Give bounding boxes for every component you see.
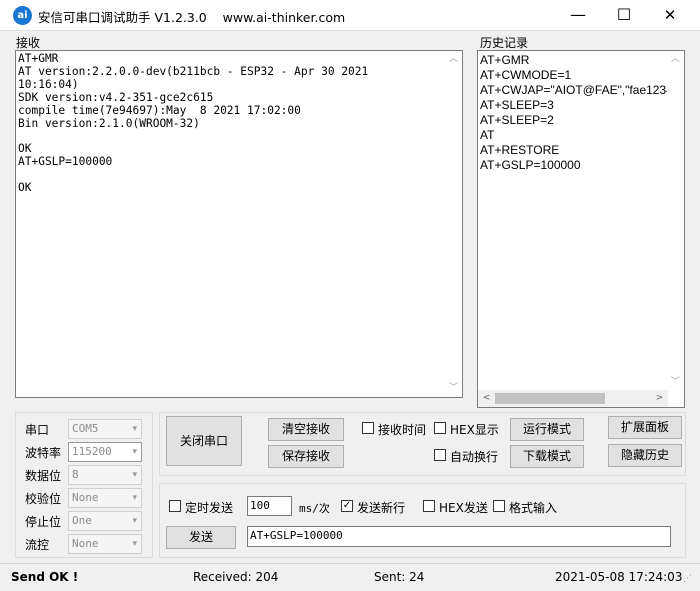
window-title: 安信可串口调试助手 V1.2.3.0 www.ai-thinker.com (38, 10, 346, 25)
history-item[interactable]: AT+SLEEP=2 (480, 113, 668, 128)
timed-send-checkbox[interactable] (169, 500, 181, 512)
receive-text: AT+GMR AT version:2.2.0.0-dev(b211bcb - … (18, 52, 369, 195)
history-scroll-thumb[interactable] (495, 393, 605, 404)
port-label: 串口 (25, 423, 50, 437)
close-port-button[interactable]: 关闭串口 (166, 416, 242, 466)
hide-history-button[interactable]: 隐藏历史 (608, 444, 682, 467)
send-status: Send OK ! (11, 570, 79, 584)
send-controls-group: 定时发送 100 ms/次 ✓ 发送新行 HEX发送 格式输入 发送 AT+GS… (159, 483, 686, 558)
run-mode-button[interactable]: 运行模式 (510, 418, 584, 441)
status-bar: Send OK ! Received: 204 Sent: 24 2021-05… (0, 563, 700, 591)
port-value: COM5 (72, 422, 99, 435)
auto-wrap-label: 自动换行 (450, 450, 499, 464)
history-item[interactable]: AT+GSLP=100000 (480, 158, 668, 173)
history-item[interactable]: AT+SLEEP=3 (480, 98, 668, 113)
resize-grip-icon[interactable]: ⋰ (683, 574, 692, 584)
chevron-down-icon: ▾ (132, 539, 137, 549)
sent-count: Sent: 24 (374, 570, 425, 584)
parity-value: None (72, 491, 99, 504)
auto-wrap-checkbox[interactable] (434, 449, 446, 461)
receive-controls-group: 关闭串口 清空接收 保存接收 接收时间 HEX显示 自动换行 运行模式 下载模式… (159, 412, 686, 476)
stopbits-label: 停止位 (25, 515, 62, 529)
scroll-down-arrow-icon[interactable]: ﹀ (667, 374, 684, 391)
send-text-input[interactable]: AT+GSLP=100000 (247, 526, 671, 547)
send-newline-checkbox[interactable]: ✓ (341, 500, 353, 512)
history-vertical-scrollbar[interactable]: ︿ ﹀ (667, 51, 684, 391)
maximize-button[interactable]: ☐ (601, 0, 647, 31)
format-input-checkbox[interactable] (493, 500, 505, 512)
scroll-up-arrow-icon[interactable]: ︿ (667, 51, 684, 68)
databits-select[interactable]: 8 ▾ (68, 465, 142, 485)
history-list[interactable]: AT+GMR AT+CWMODE=1 AT+CWJAP="AIOT@FAE","… (477, 50, 685, 408)
stopbits-value: One (72, 514, 92, 527)
receive-textarea[interactable]: AT+GMR AT version:2.2.0.0-dev(b211bcb - … (15, 50, 463, 398)
chevron-down-icon: ▾ (132, 424, 137, 434)
flow-label: 流控 (25, 538, 50, 552)
baud-label: 波特率 (25, 446, 62, 460)
flow-value: None (72, 537, 99, 550)
expand-panel-button[interactable]: 扩展面板 (608, 416, 682, 439)
history-item[interactable]: AT+CWMODE=1 (480, 68, 668, 83)
timed-send-label: 定时发送 (185, 501, 234, 515)
history-item[interactable]: AT (480, 128, 668, 143)
scroll-up-arrow-icon[interactable]: ︿ (445, 51, 462, 68)
receive-time-label: 接收时间 (378, 423, 427, 437)
format-input-label: 格式输入 (509, 501, 558, 515)
scroll-right-arrow-icon[interactable]: > (651, 390, 668, 407)
history-item[interactable]: AT+GMR (480, 53, 668, 68)
hex-send-checkbox[interactable] (423, 500, 435, 512)
hex-send-label: HEX发送 (439, 501, 488, 515)
send-button[interactable]: 发送 (166, 526, 236, 549)
interval-input[interactable]: 100 (247, 496, 292, 516)
parity-label: 校验位 (25, 492, 62, 506)
chevron-down-icon: ▾ (132, 493, 137, 503)
receive-label: 接收 (16, 36, 41, 50)
history-label: 历史记录 (480, 36, 529, 50)
history-items: AT+GMR AT+CWMODE=1 AT+CWJAP="AIOT@FAE","… (480, 53, 668, 173)
send-newline-label: 发送新行 (357, 501, 406, 515)
save-receive-button[interactable]: 保存接收 (268, 445, 344, 468)
parity-select[interactable]: None ▾ (68, 488, 142, 508)
minimize-button[interactable]: — (555, 0, 601, 31)
app-logo-icon: ai (13, 6, 32, 25)
serial-settings-group: 串口 COM5 ▾ 波特率 115200 ▾ 数据位 8 ▾ 校验位 None ▾ 停止… (15, 412, 153, 558)
baud-value: 115200 (72, 445, 112, 458)
scroll-left-arrow-icon[interactable]: < (478, 390, 495, 407)
stopbits-select[interactable]: One ▾ (68, 511, 142, 531)
port-select[interactable]: COM5 ▾ (68, 419, 142, 439)
baud-select[interactable]: 115200 ▾ (68, 442, 142, 462)
received-count: Received: 204 (193, 570, 279, 584)
close-button[interactable]: ✕ (647, 0, 693, 31)
databits-value: 8 (72, 468, 79, 481)
receive-vertical-scrollbar[interactable]: ︿ ﹀ (445, 51, 462, 397)
history-item[interactable]: AT+CWJAP="AIOT@FAE","fae1234 (480, 83, 668, 98)
status-datetime: 2021-05-08 17:24:03 (555, 570, 683, 584)
scroll-down-arrow-icon[interactable]: ﹀ (445, 380, 462, 397)
download-mode-button[interactable]: 下载模式 (510, 445, 584, 468)
interval-unit-label: ms/次 (299, 502, 330, 515)
chevron-down-icon: ▾ (132, 470, 137, 480)
databits-label: 数据位 (25, 469, 62, 483)
history-item[interactable]: AT+RESTORE (480, 143, 668, 158)
chevron-down-icon: ▾ (132, 516, 137, 526)
clear-receive-button[interactable]: 清空接收 (268, 418, 344, 441)
chevron-down-icon: ▾ (132, 447, 137, 457)
title-bar: ai 安信可串口调试助手 V1.2.3.0 www.ai-thinker.com… (0, 0, 700, 31)
history-horizontal-scrollbar[interactable]: < > (478, 390, 668, 407)
hex-display-label: HEX显示 (450, 423, 499, 437)
flow-select[interactable]: None ▾ (68, 534, 142, 554)
receive-time-checkbox[interactable] (362, 422, 374, 434)
hex-display-checkbox[interactable] (434, 422, 446, 434)
